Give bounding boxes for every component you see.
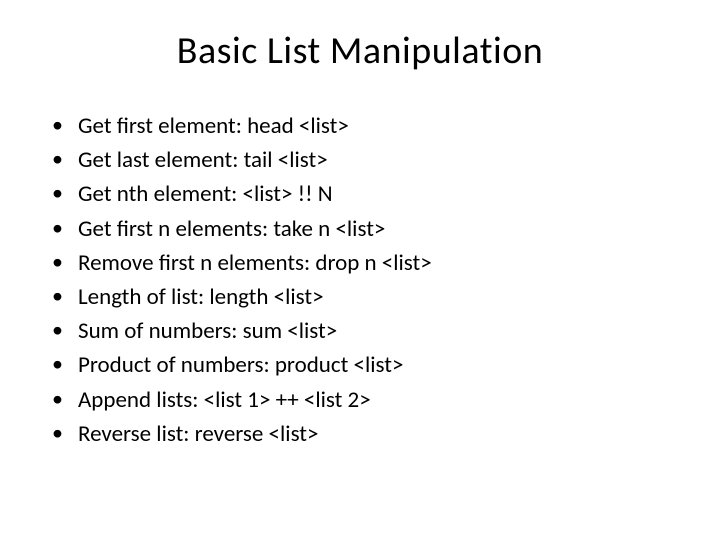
list-item: Get nth element: <list> !! N <box>48 178 680 210</box>
list-item: Get last element: tail <list> <box>48 144 680 176</box>
list-item: Remove first n elements: drop n <list> <box>48 247 680 279</box>
content-area: Get first element: head <list> Get last … <box>0 110 720 450</box>
list-item: Get first element: head <list> <box>48 110 680 142</box>
list-item: Sum of numbers: sum <list> <box>48 315 680 347</box>
bullet-list: Get first element: head <list> Get last … <box>48 110 680 450</box>
list-item: Product of numbers: product <list> <box>48 349 680 381</box>
list-item: Get first n elements: take n <list> <box>48 213 680 245</box>
page-title: Basic List Manipulation <box>0 28 720 74</box>
list-item: Reverse list: reverse <list> <box>48 418 680 450</box>
list-item: Length of list: length <list> <box>48 281 680 313</box>
list-item: Append lists: <list 1> ++ <list 2> <box>48 384 680 416</box>
slide: Basic List Manipulation Get first elemen… <box>0 0 720 540</box>
